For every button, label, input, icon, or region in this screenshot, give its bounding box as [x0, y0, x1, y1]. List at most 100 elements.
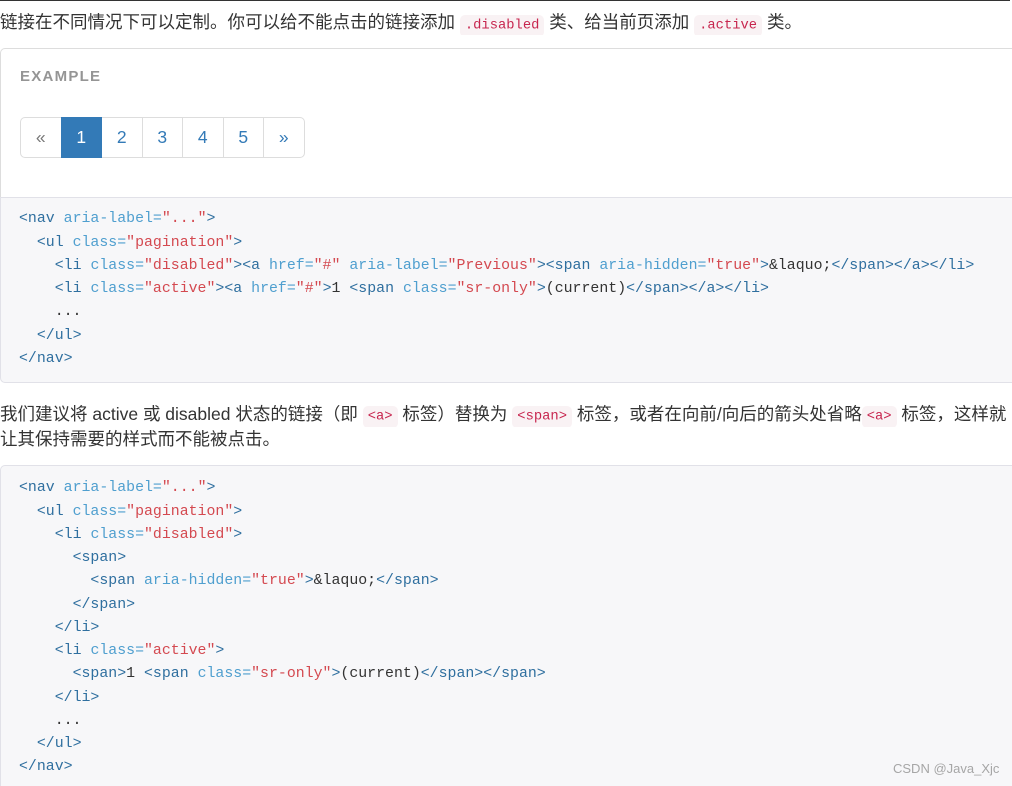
code-line: <li class="disabled"><a href="#" aria-la…	[19, 255, 1012, 278]
code-token-str: "disabled"	[144, 526, 234, 543]
code-token-tag: <ul	[36, 503, 64, 520]
code-token-tag: <span>	[72, 666, 127, 683]
code-line: <ul class="pagination">	[19, 232, 1012, 255]
inline-code-span-tag: <span>	[512, 406, 572, 427]
code-token-tag: <span>	[72, 550, 127, 567]
code-token-str: "active"	[144, 643, 216, 660]
code-token-tag: <span	[90, 573, 136, 590]
code-token-tag: <nav	[19, 480, 55, 497]
code-line: <span aria-hidden="true">&laquo;</span>	[19, 570, 1012, 593]
inline-code-a-tag: <a>	[861, 406, 897, 427]
pagination-page-1-link[interactable]: 1	[60, 117, 102, 158]
code-token-attr: class=	[72, 234, 127, 251]
watermark: CSDN @Java_Xjc	[893, 761, 1000, 776]
code-token-tag: <span	[143, 666, 189, 683]
intro-text: 链接在不同情况下可以定制。你可以给不能点击的链接添加	[0, 12, 460, 32]
code-token-attr: href=	[268, 257, 314, 274]
code-token-str: "#"	[313, 257, 341, 274]
code-line: </nav>	[19, 756, 1012, 779]
note-text: 标签）替换为	[397, 403, 513, 424]
code-token-tag: <nav	[19, 211, 55, 228]
code-token-str: "..."	[161, 480, 207, 497]
code-token-tag: </ul>	[36, 736, 82, 753]
code-token-tag: >	[233, 526, 243, 543]
code-token-tag: </span></a></li>	[831, 257, 975, 274]
code-token-attr: aria-hidden=	[599, 257, 707, 274]
code-line: ...	[19, 710, 1012, 733]
code-token-attr: class=	[197, 666, 252, 683]
code-token-attr: class=	[90, 281, 144, 298]
pagination-item-page-1: 1	[60, 117, 102, 158]
pagination-page-5-link[interactable]: 5	[222, 117, 264, 158]
code-token-tag: >	[322, 281, 332, 298]
code-line: <li class="active">	[19, 640, 1012, 663]
code-token-text: &laquo;	[313, 573, 377, 590]
pagination-item-page-3: 3	[141, 117, 183, 158]
pagination-page-4-link[interactable]: 4	[182, 117, 224, 158]
note-line: 让其保持需要的样式而不能被点击。	[0, 427, 1012, 452]
intro-text: 类、给当前页添加	[544, 12, 695, 32]
code-token-str: "#"	[295, 281, 323, 298]
code-token-tag: <li	[54, 643, 82, 660]
code-token-tag: </span>	[376, 573, 439, 590]
top-divider	[0, 0, 1010, 1]
pagination-prev-link: «	[20, 117, 62, 158]
note-text: 让其保持需要的样式而不能被点击。	[0, 428, 280, 449]
note-paragraph: 我们建议将 active 或 disabled 状态的链接（即 <a> 标签）替…	[0, 402, 1012, 452]
code-line: <span>	[19, 547, 1012, 570]
code-line: <ul class="pagination">	[19, 501, 1012, 524]
pagination: « 1 2 3 4 5 »	[20, 117, 305, 158]
code-token-attr: class=	[90, 526, 144, 543]
pagination-next-link[interactable]: »	[263, 117, 305, 158]
note-text: 标签，或者在向前/向后的箭头处省略	[571, 403, 862, 424]
pagination-item-page-2: 2	[101, 117, 143, 158]
code-line: </li>	[19, 617, 1012, 640]
code-token-tag: >	[206, 211, 216, 228]
note-text: 标签，这样就	[896, 403, 1007, 424]
code-token-tag: <span	[349, 281, 394, 298]
code-token-tag: </li>	[54, 619, 100, 636]
code-token-tag: >	[233, 234, 243, 251]
code-line: <nav aria-label="...">	[19, 477, 1012, 500]
code-line: <li class="disabled">	[19, 524, 1012, 547]
code-token-text: 1	[331, 281, 350, 298]
example-markup-code-block: <nav aria-label="..."> <ul class="pagina…	[0, 197, 1012, 383]
code-token-str: "sr-only"	[456, 281, 537, 298]
code-token-tag: </ul>	[36, 327, 82, 344]
code-token-attr: href=	[251, 281, 296, 298]
code-line: </ul>	[19, 733, 1012, 756]
note-line: 我们建议将 active 或 disabled 状态的链接（即 <a> 标签）替…	[0, 402, 1012, 427]
pagination-page-3-link[interactable]: 3	[141, 117, 183, 158]
code-line: </li>	[19, 687, 1012, 710]
pagination-item-page-4: 4	[182, 117, 224, 158]
code-token-tag: >	[215, 643, 225, 660]
code-line: <span>1 <span class="sr-only">(current)<…	[19, 663, 1012, 686]
code-token-tag: <li	[54, 281, 82, 298]
code-token-text: &laquo;	[768, 257, 832, 274]
pagination-page-2-link[interactable]: 2	[101, 117, 143, 158]
code-token-tag: >	[233, 503, 243, 520]
code-token-str: "sr-only"	[251, 666, 332, 683]
code-token-tag: ><a	[215, 281, 243, 298]
code-token-text: ...	[19, 712, 82, 729]
example-box: EXAMPLE « 1 2 3 4 5 »	[0, 48, 1012, 197]
intro-text: 类。	[762, 12, 802, 32]
code-token-tag: </nav>	[19, 350, 73, 367]
code-token-text: (current)	[340, 666, 421, 683]
